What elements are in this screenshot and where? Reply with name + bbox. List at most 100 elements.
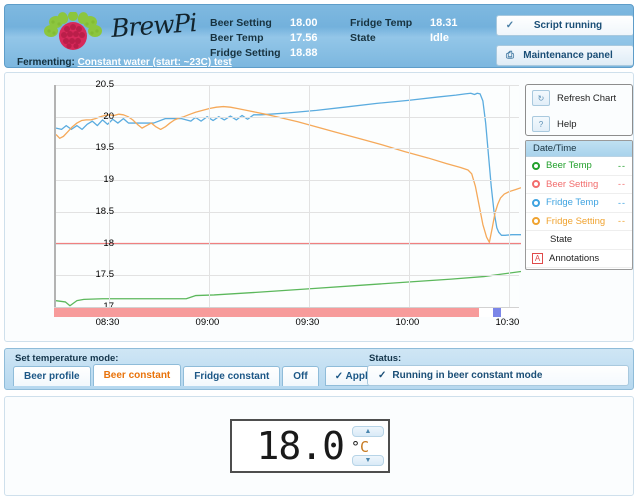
state-band-segment (54, 308, 480, 317)
stepper-controls: ▲ °C ▼ (348, 421, 388, 471)
y-axis-tick: 18 (103, 237, 114, 249)
y-axis-tick: 18.5 (95, 205, 115, 217)
gridline-horizontal (56, 243, 519, 245)
state-band-segment (479, 308, 494, 317)
x-axis-tick: 09:00 (195, 317, 220, 328)
y-axis-tick: 19 (103, 174, 114, 186)
refresh-chart-label: Refresh Chart (557, 92, 617, 104)
brewpi-app: BrewPi Beer Setting 18.00 Beer Temp 17.56 … (0, 0, 638, 500)
maintenance-panel-label: Maintenance panel (523, 50, 613, 61)
script-running-button[interactable]: ✓ Script running (496, 15, 633, 36)
fermenting-label: Fermenting: (17, 57, 75, 68)
x-axis-tick: 08:30 (95, 317, 120, 328)
check-icon: ✓ (378, 370, 387, 381)
chart-state-band (54, 308, 519, 317)
temperature-mode-panel: Set temperature mode: Status: Beer profi… (4, 348, 634, 390)
legend-label: Beer Temp (546, 160, 592, 172)
x-axis-tick: 09:30 (295, 317, 320, 328)
setpoint-panel: 18.0 ▲ °C ▼ (4, 396, 634, 496)
chart-plot-area[interactable] (54, 85, 521, 308)
chart-legend: Date/Time Beer Temp -- Beer Setting -- Fridg… (525, 140, 633, 270)
brand-name: BrewPi (110, 8, 198, 43)
help-label: Help (557, 118, 577, 130)
stat-beer-temp: Beer Temp 17.56 (210, 29, 318, 44)
gridline-vertical (509, 85, 511, 307)
legend-row-fridge-setting[interactable]: Fridge Setting -- (526, 213, 632, 231)
gridline-vertical (309, 85, 311, 307)
stat-value: Idle (430, 32, 449, 44)
brand-logo: BrewPi (35, 7, 205, 55)
stats-column-left: Beer Setting 18.00 Beer Temp 17.56 Fridge … (210, 14, 318, 59)
legend-rows: Beer Temp -- Beer Setting -- Fridge Temp -- Fr… (526, 157, 632, 268)
stat-state: State Idle (350, 29, 458, 44)
state-band-segment (493, 308, 502, 317)
legend-dash-sample: -- (618, 197, 626, 208)
gridline-horizontal (56, 85, 519, 86)
stepper-down-button[interactable]: ▼ (352, 455, 384, 466)
tab-fridge-constant[interactable]: Fridge constant (183, 366, 281, 386)
check-icon: ✓ (505, 20, 515, 31)
legend-row-annotations[interactable]: A Annotations (526, 250, 632, 268)
status-label: Running in beer constant mode (392, 370, 543, 381)
stat-value: 18.88 (290, 47, 318, 59)
legend-label: State (550, 234, 573, 246)
legend-color-dot (532, 217, 540, 226)
stats-column-right: Fridge Temp 18.31 State Idle (350, 14, 458, 44)
stat-beer-setting: Beer Setting 18.00 (210, 14, 318, 29)
gridline-horizontal (56, 275, 519, 277)
check-icon: ✓ (334, 371, 344, 382)
fermenting-profile-link[interactable]: Constant water (start: ~23C) test (78, 57, 232, 67)
celsius-letter: C (360, 438, 370, 456)
y-axis-tick: 20 (103, 110, 114, 122)
refresh-chart-button[interactable]: ↻ Refresh Chart (526, 85, 632, 111)
legend-label: Fridge Temp (546, 197, 599, 209)
legend-header: Date/Time (526, 141, 632, 157)
legend-color-dot (532, 180, 540, 189)
legend-label: Fridge Setting (546, 215, 606, 227)
tab-off[interactable]: Off (282, 366, 319, 386)
legend-row-state[interactable]: State (526, 231, 632, 250)
legend-label: Annotations (549, 252, 600, 264)
stat-label: State (350, 32, 376, 44)
help-button[interactable]: ? Help (526, 111, 632, 135)
y-axis-tick: 20.5 (95, 79, 115, 90)
mode-panel-title: Set temperature mode: (15, 353, 119, 364)
x-axis-tick: 10:00 (395, 317, 420, 328)
script-running-label: Script running (533, 20, 603, 31)
chart-series-lines (56, 85, 521, 307)
temperature-unit: °C (351, 438, 387, 456)
gridline-horizontal (56, 211, 519, 213)
tab-beer-profile[interactable]: Beer profile (13, 366, 91, 386)
degree-symbol: ° (351, 438, 361, 456)
refresh-icon: ↻ (532, 90, 550, 106)
legend-dash-sample: -- (618, 216, 626, 227)
temperature-value[interactable]: 18.0 (232, 424, 348, 468)
temperature-stepper[interactable]: 18.0 ▲ °C ▼ (230, 419, 390, 473)
legend-row-beer-setting[interactable]: Beer Setting -- (526, 176, 632, 194)
legend-row-fridge-temp[interactable]: Fridge Temp -- (526, 194, 632, 213)
gridline-horizontal (56, 180, 519, 182)
series-line-beer-temp (56, 271, 521, 305)
maintenance-panel-button[interactable]: ⎙ Maintenance panel (496, 45, 633, 66)
question-icon: ? (532, 116, 550, 132)
state-band-segment (501, 308, 519, 317)
y-axis-tick: 19.5 (95, 142, 115, 154)
gridline-vertical (409, 85, 411, 307)
legend-label: Beer Setting (546, 178, 599, 190)
legend-color-dot (532, 198, 540, 207)
legend-color-dot (532, 161, 540, 170)
x-axis-tick: 10:30 (495, 317, 520, 328)
gridline-horizontal (56, 148, 519, 150)
legend-dash-sample: -- (618, 179, 626, 190)
mode-tabs: Beer profile Beer constant Fridge constant… (13, 364, 384, 386)
stat-fridge-temp: Fridge Temp 18.31 (350, 14, 458, 29)
gridline-horizontal (56, 116, 519, 118)
status-title: Status: (369, 353, 402, 364)
y-axis-tick: 17.5 (95, 269, 115, 281)
stepper-up-button[interactable]: ▲ (352, 426, 384, 437)
tab-beer-constant[interactable]: Beer constant (92, 364, 182, 386)
legend-row-beer-temp[interactable]: Beer Temp -- (526, 157, 632, 176)
annotation-a-icon: A (532, 252, 543, 264)
window-icon: ⎙ (506, 50, 514, 61)
status-box: ✓ Running in beer constant mode (367, 365, 629, 386)
